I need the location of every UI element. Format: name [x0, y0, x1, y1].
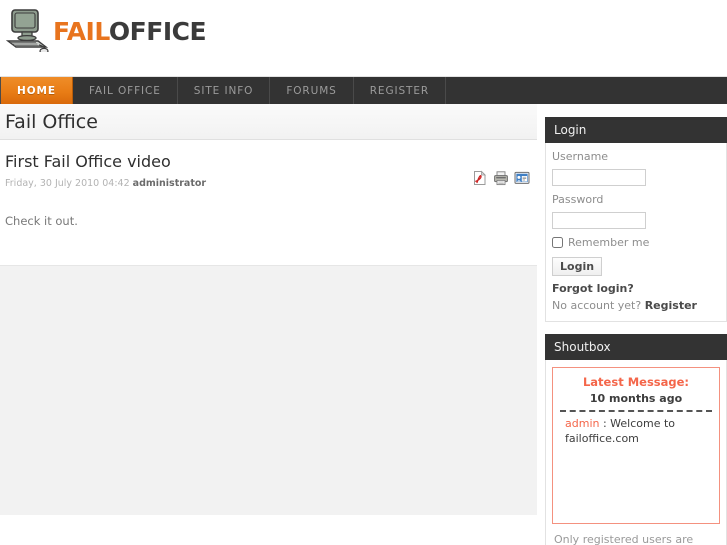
main-content: First Fail Office video Friday, 30 July …: [0, 140, 537, 515]
shoutbox-module-body: Latest Message: 10 months ago admin : We…: [545, 360, 727, 545]
article: First Fail Office video Friday, 30 July …: [0, 140, 537, 230]
nav-item-fail-office[interactable]: Fail Office: [73, 77, 178, 105]
remember-me-checkbox[interactable]: [552, 237, 563, 248]
article-action-icons: [472, 170, 530, 186]
username-input[interactable]: [552, 169, 646, 186]
nav-item-site-info[interactable]: Site Info: [178, 77, 271, 105]
pdf-icon[interactable]: [472, 170, 488, 186]
page-root: FAILOFFICE Home Fail Office Site Info Fo…: [0, 0, 727, 545]
login-button[interactable]: Login: [552, 257, 603, 276]
no-account-note: No account yet? Register: [552, 299, 720, 312]
email-icon[interactable]: [514, 170, 530, 186]
login-module-body: Username Password Remember me Login Forg…: [545, 143, 727, 322]
article-author: administrator: [132, 178, 207, 190]
shoutbox-message-user: admin: [565, 417, 600, 431]
article-separator: [0, 265, 537, 266]
login-module-heading: Login: [545, 117, 727, 143]
article-body: Check it out.: [5, 213, 78, 228]
password-input[interactable]: [552, 212, 646, 229]
nav-item-register[interactable]: Register: [354, 77, 447, 105]
site-logo[interactable]: FAILOFFICE: [6, 8, 207, 52]
shoutbox-footer-note: Only registered users are allowed to pos…: [554, 533, 694, 545]
forgot-login-link[interactable]: Forgot login?: [552, 282, 720, 295]
login-module: Login Username Password Remember me Logi…: [545, 117, 727, 322]
content-filler-area: [0, 266, 537, 515]
shoutbox-module: Shoutbox Latest Message: 10 months ago a…: [545, 334, 727, 545]
logo-text-office: OFFICE: [108, 17, 207, 46]
shoutbox-latest-label: Latest Message:: [582, 375, 690, 389]
article-title: First Fail Office video: [5, 152, 171, 171]
shoutbox-message-separator: :: [599, 417, 611, 431]
desktop-computer-icon: [6, 9, 49, 52]
register-link[interactable]: Register: [645, 299, 697, 312]
page-title: Fail Office: [5, 110, 98, 133]
logo-wordmark: FAILOFFICE: [53, 17, 207, 46]
shoutbox-latest-time: 10 months ago: [589, 391, 683, 405]
page-title-bar: Fail Office: [0, 104, 537, 140]
shoutbox-messages-panel: Latest Message: 10 months ago admin : We…: [552, 367, 720, 524]
main-navigation: Home Fail Office Site Info Forums Regist…: [0, 76, 727, 105]
no-account-text: No account yet?: [552, 299, 642, 312]
remember-me-row: Remember me: [552, 236, 720, 249]
site-header: FAILOFFICE: [0, 0, 727, 74]
nav-item-home[interactable]: Home: [0, 77, 73, 105]
shoutbox-module-heading: Shoutbox: [545, 334, 727, 360]
article-header: First Fail Office video Friday, 30 July …: [5, 140, 532, 190]
print-icon[interactable]: [493, 170, 509, 186]
username-label: Username: [552, 150, 609, 163]
article-date: Friday, 30 July 2010 04:42: [5, 178, 130, 190]
sidebar: Login Username Password Remember me Logi…: [545, 117, 727, 545]
nav-item-forums[interactable]: Forums: [270, 77, 354, 105]
shoutbox-message: admin : Welcome to failoffice.com: [559, 417, 713, 447]
article-meta: Friday, 30 July 2010 04:42 administrator: [5, 178, 532, 189]
shoutbox-divider: [560, 410, 712, 413]
password-label: Password: [552, 193, 604, 206]
remember-me-label: Remember me: [568, 236, 650, 249]
logo-text-fail: FAIL: [53, 17, 109, 46]
